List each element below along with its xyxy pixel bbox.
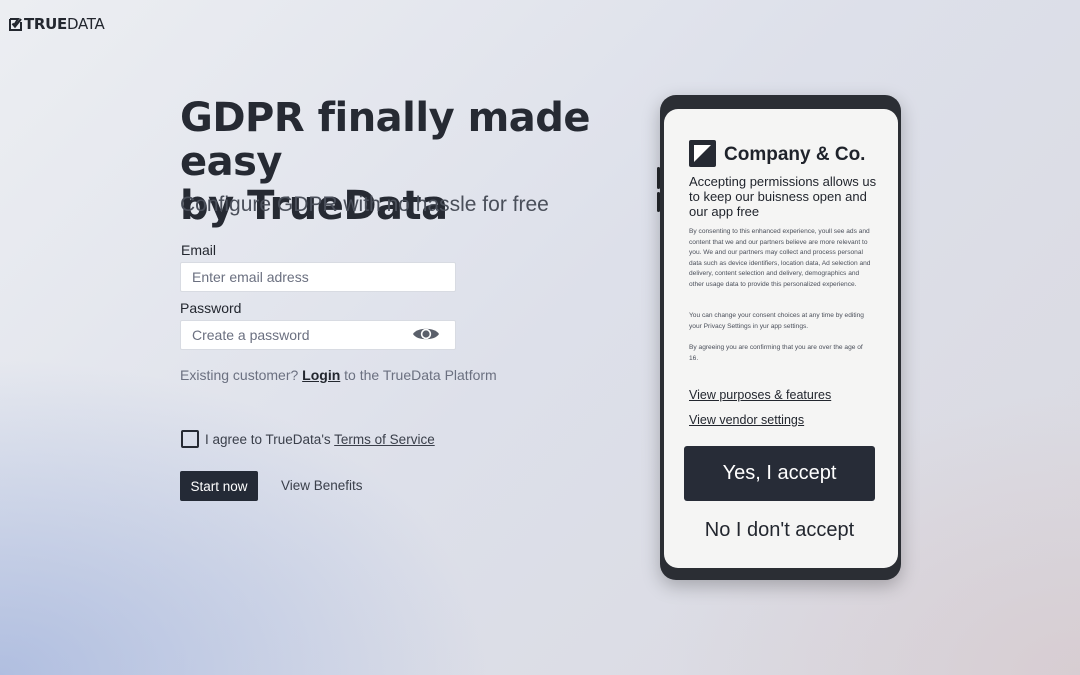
consent-paragraph-2: You can change your consent choices at a… [689, 312, 864, 330]
phone-side-button [657, 167, 660, 189]
agree-prefix: I agree to TrueData's [205, 432, 331, 447]
company-name: Company & Co. [724, 144, 866, 165]
page-subtitle: Configure GDPR with no hassle for free [180, 193, 549, 216]
view-vendor-settings-link[interactable]: View vendor settings [689, 413, 804, 427]
existing-customer-text: Existing customer? Login to the TrueData… [180, 367, 497, 383]
eye-icon[interactable] [412, 325, 440, 343]
view-purposes-link[interactable]: View purposes & features [689, 388, 831, 402]
logo-wordmark: TRUEDATA [24, 15, 105, 33]
terms-checkbox[interactable] [181, 430, 199, 448]
email-label: Email [181, 242, 217, 258]
view-benefits-link[interactable]: View Benefits [281, 478, 363, 493]
start-now-button[interactable]: Start now [180, 471, 258, 501]
existing-suffix: to the TrueData Platform [344, 367, 497, 383]
company-logo-icon [689, 140, 716, 167]
terms-agreement-text: I agree to TrueData's Terms of Service [205, 432, 435, 447]
consent-paragraph-1: By consenting to this enhanced experienc… [689, 228, 871, 288]
login-link[interactable]: Login [302, 367, 340, 383]
accept-button[interactable]: Yes, I accept [684, 446, 875, 501]
truedata-logo[interactable]: TRUEDATA [9, 15, 105, 33]
password-label: Password [180, 300, 242, 316]
decline-button[interactable]: No I don't accept [684, 516, 875, 544]
checkbox-check-icon [9, 17, 22, 31]
terms-of-service-link[interactable]: Terms of Service [334, 432, 435, 447]
email-input[interactable] [180, 262, 456, 292]
consent-lead-text: Accepting permissions allows us to keep … [689, 174, 877, 219]
phone-side-button [657, 192, 660, 212]
consent-paragraph-3: By agreeing you are confirming that you … [689, 344, 863, 362]
existing-prefix: Existing customer? [180, 367, 299, 383]
headline-line-1: GDPR finally made easy [180, 95, 591, 185]
